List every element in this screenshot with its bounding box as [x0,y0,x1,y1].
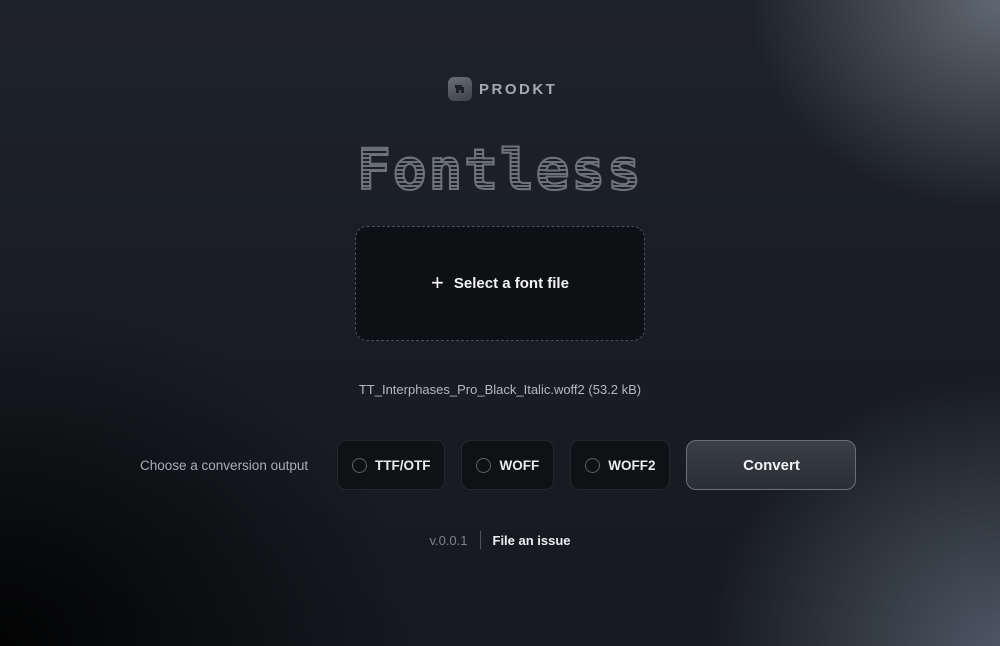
convert-button[interactable]: Convert [686,440,857,490]
conversion-caption: Choose a conversion output [140,457,309,473]
option-label: WOFF2 [608,457,656,473]
option-ttf-otf[interactable]: TTF/OTF [337,440,446,490]
plus-icon: + [431,269,444,295]
app-title: Fontless [0,137,1000,204]
brand-name: PRODKT [479,80,558,98]
footer: v.0.0.1 File an issue [0,531,1000,549]
option-label: TTF/OTF [375,457,431,473]
brand: PRODKT [448,77,557,101]
radio-icon[interactable] [352,457,367,473]
selected-file-name: TT_Interphases_Pro_Black_Italic.woff2 (5… [358,382,642,397]
option-woff2[interactable]: WOFF2 [570,440,671,490]
option-woff[interactable]: WOFF [461,440,555,490]
footer-divider [479,531,481,549]
prodkt-logo-icon [448,77,472,101]
radio-icon[interactable] [476,457,492,473]
option-label: WOFF [499,457,540,473]
font-file-dropzone[interactable]: + Select a font file [355,226,645,341]
radio-icon[interactable] [585,457,601,473]
file-issue-link[interactable]: File an issue [493,533,571,548]
version-label: v.0.0.1 [429,532,468,548]
dropzone-label: Select a font file [453,275,569,292]
conversion-options: Choose a conversion output TTF/OTF WOFF … [140,440,860,490]
